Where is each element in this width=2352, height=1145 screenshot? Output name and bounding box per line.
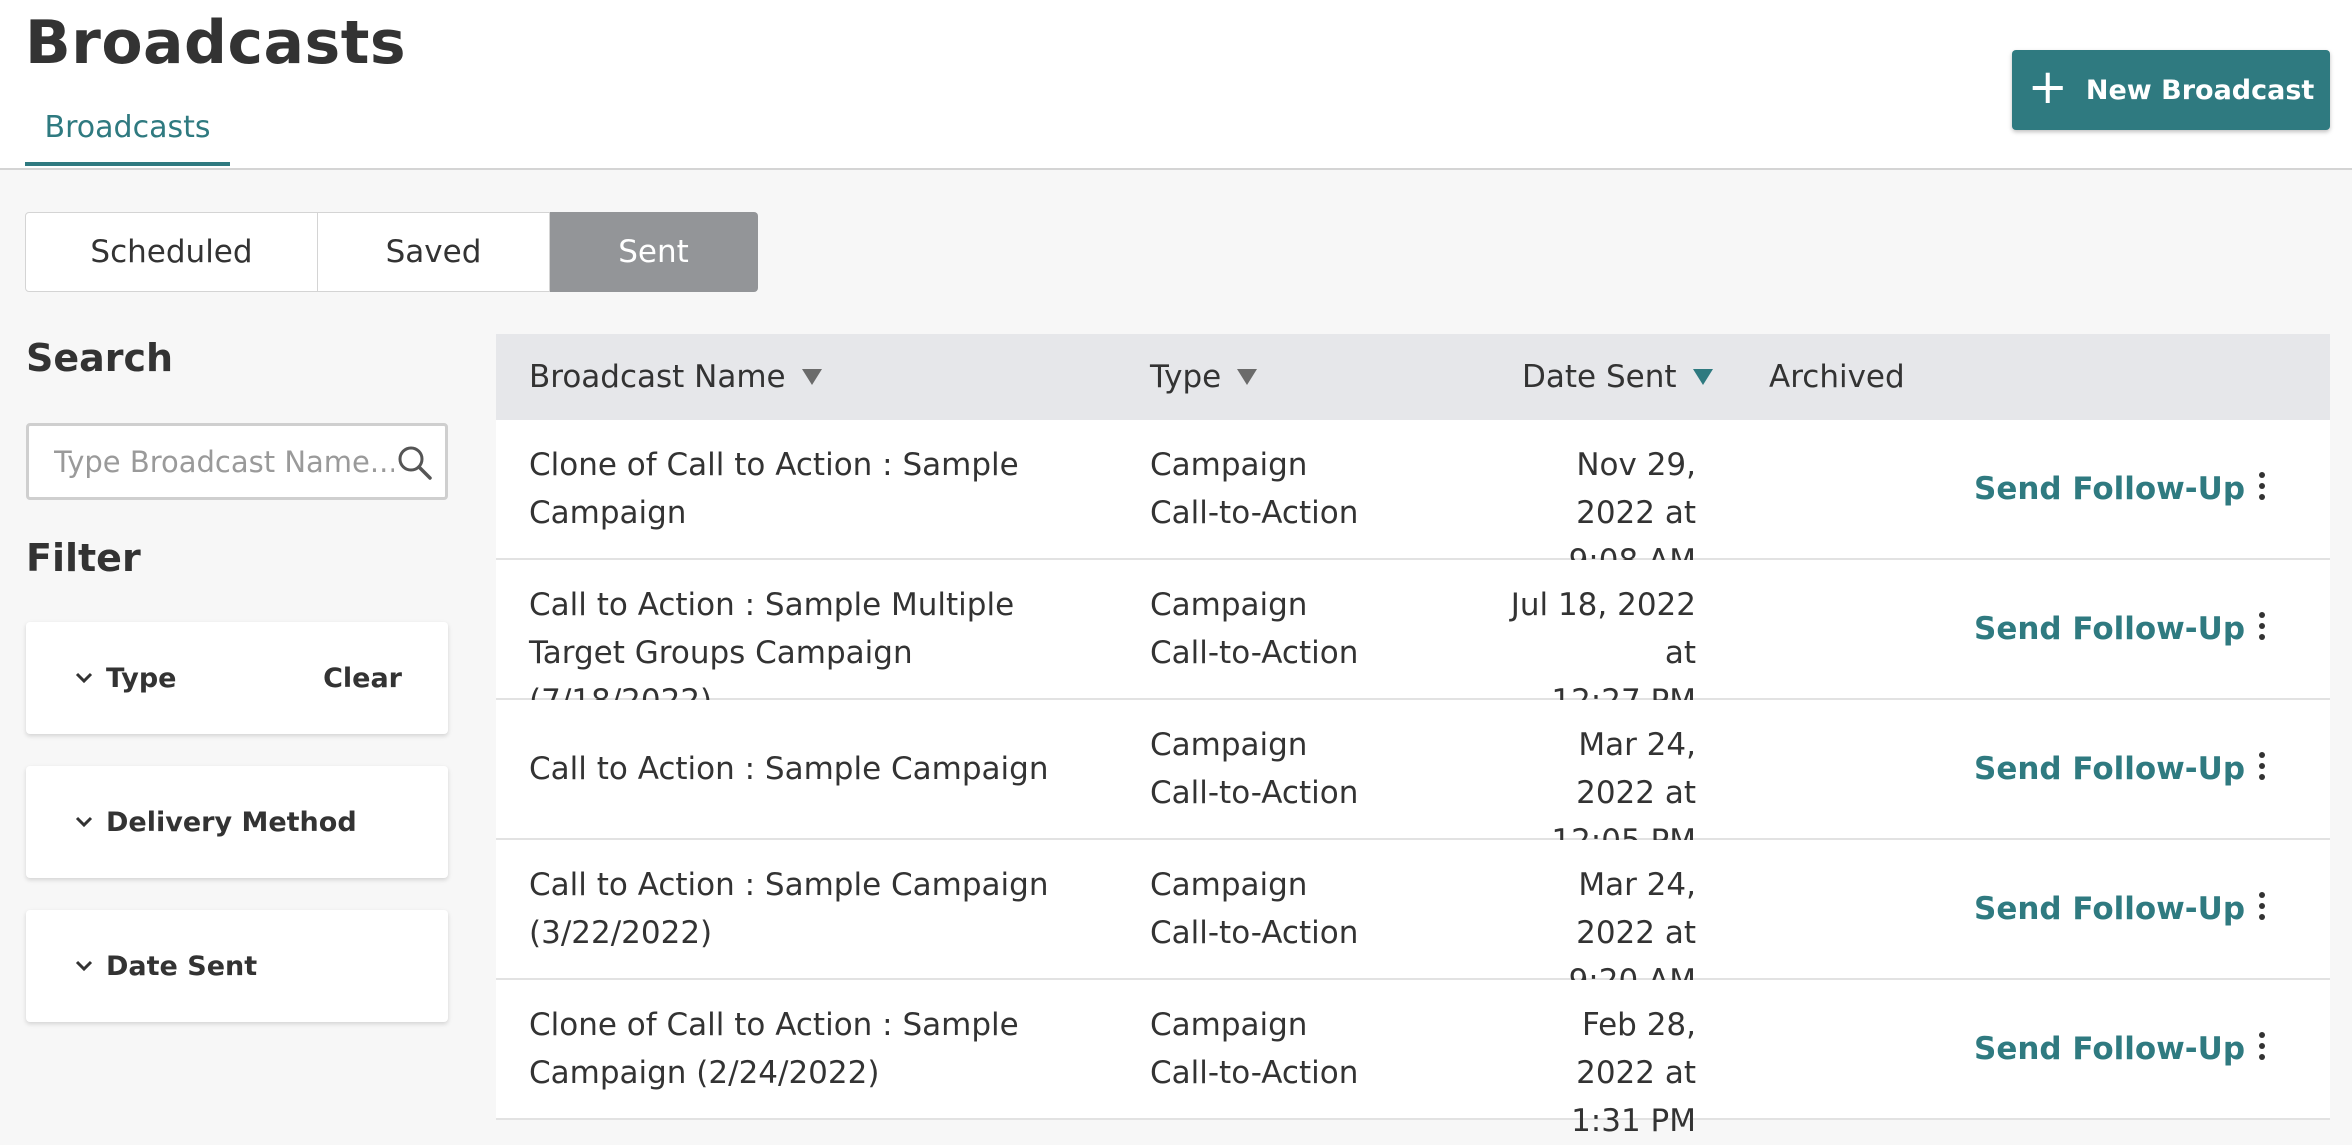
table-row[interactable]: Clone of Call to Action : Sample Campaig… [496, 420, 2330, 579]
broadcast-type: Campaign Call-to-Action [1150, 867, 1359, 951]
filter-type-clear-button[interactable]: Clear [323, 663, 402, 694]
search-heading: Search [26, 336, 174, 380]
tab-broadcasts[interactable]: Broadcasts [25, 108, 230, 166]
column-type[interactable]: Type [1150, 334, 1258, 420]
broadcast-date-sent: Feb 28, 2022 at 1:31 PM [1571, 1007, 1696, 1139]
segment-scheduled[interactable]: Scheduled [25, 212, 318, 292]
broadcast-name: Clone of Call to Action : Sample Campaig… [529, 1007, 1019, 1091]
new-broadcast-button[interactable]: + New Broadcast [2012, 50, 2330, 130]
filter-type[interactable]: Type Clear [26, 622, 448, 734]
plus-icon: + [2027, 59, 2068, 115]
more-options-icon[interactable] [2252, 885, 2272, 933]
page-title: Broadcasts [25, 8, 407, 78]
broadcast-name: Call to Action : Sample Campaign [529, 751, 1049, 787]
send-follow-up-link[interactable]: Send Follow-Up [1974, 745, 2245, 793]
column-type-label: Type [1150, 359, 1222, 395]
filter-date-sent-title: Date Sent [106, 950, 258, 982]
broadcast-type: Campaign Call-to-Action [1150, 1007, 1359, 1091]
filter-type-title: Type [106, 662, 177, 694]
sort-triangle-active-icon [1692, 369, 1713, 385]
column-archived: Archived [1769, 334, 1905, 420]
broadcast-name: Clone of Call to Action : Sample Campaig… [529, 447, 1019, 531]
broadcast-type: Campaign Call-to-Action [1150, 447, 1359, 531]
sort-triangle-icon [801, 369, 822, 385]
search-icon[interactable] [395, 443, 435, 483]
filter-delivery-method-title: Delivery Method [106, 806, 357, 838]
send-follow-up-link[interactable]: Send Follow-Up [1974, 885, 2245, 933]
more-options-icon[interactable] [2252, 605, 2272, 653]
chevron-down-icon [75, 672, 93, 684]
table-row[interactable]: Call to Action : Sample Multiple Target … [496, 560, 2330, 719]
broadcasts-table: Broadcast Name Type Date Sent Archived C… [496, 334, 2330, 1139]
filter-delivery-method[interactable]: Delivery Method [26, 766, 448, 878]
column-broadcast-name[interactable]: Broadcast Name [529, 334, 822, 420]
search-input[interactable] [29, 426, 394, 497]
column-archived-label: Archived [1769, 359, 1905, 395]
column-date-sent-label: Date Sent [1522, 359, 1677, 395]
new-broadcast-label: New Broadcast [2085, 74, 2315, 106]
more-options-icon[interactable] [2252, 465, 2272, 513]
table-row[interactable]: Call to Action : Sample Campaign (3/22/2… [496, 840, 2330, 999]
chevron-down-icon [75, 816, 93, 828]
broadcast-name: Call to Action : Sample Campaign (3/22/2… [529, 867, 1049, 951]
table-row[interactable]: Clone of Call to Action : Sample Campaig… [496, 980, 2330, 1139]
more-options-icon[interactable] [2252, 1025, 2272, 1073]
send-follow-up-link[interactable]: Send Follow-Up [1974, 465, 2245, 513]
broadcast-status-segmented-control: Scheduled Saved Sent [25, 212, 758, 292]
send-follow-up-link[interactable]: Send Follow-Up [1974, 1025, 2245, 1073]
segment-saved[interactable]: Saved [318, 212, 550, 292]
column-date-sent[interactable]: Date Sent [1522, 334, 1713, 420]
sort-triangle-icon [1237, 369, 1258, 385]
segment-sent[interactable]: Sent [550, 212, 758, 292]
search-field [26, 423, 448, 500]
page-header: Broadcasts Broadcasts + New Broadcast [0, 0, 2352, 170]
filter-date-sent[interactable]: Date Sent [26, 910, 448, 1022]
filter-heading: Filter [26, 536, 141, 580]
table-header: Broadcast Name Type Date Sent Archived [496, 334, 2330, 420]
table-row[interactable]: Call to Action : Sample Campaign Campaig… [496, 700, 2330, 859]
send-follow-up-link[interactable]: Send Follow-Up [1974, 605, 2245, 653]
chevron-down-icon [75, 960, 93, 972]
broadcast-type: Campaign Call-to-Action [1150, 727, 1359, 811]
more-options-icon[interactable] [2252, 745, 2272, 793]
broadcast-type: Campaign Call-to-Action [1150, 587, 1359, 671]
column-broadcast-name-label: Broadcast Name [529, 359, 786, 395]
